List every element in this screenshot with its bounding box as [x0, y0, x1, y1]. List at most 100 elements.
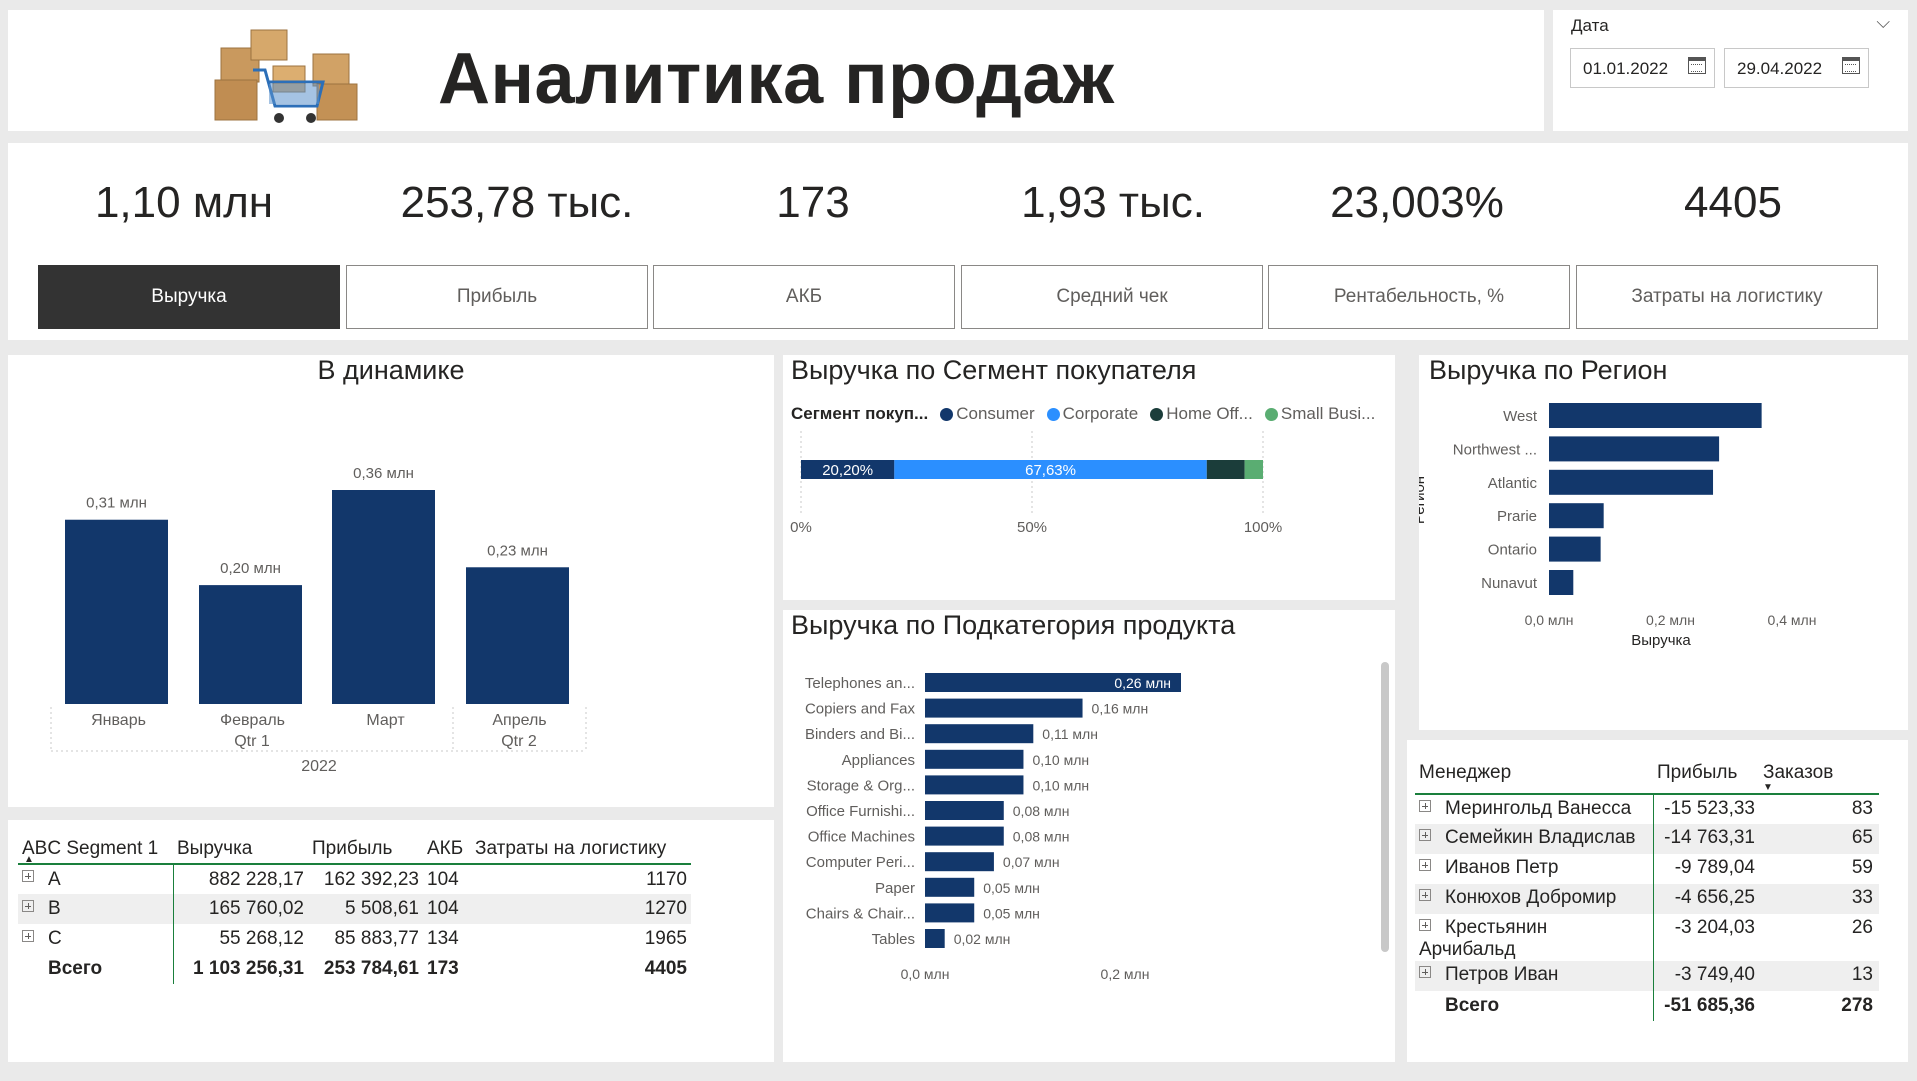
expand-icon[interactable]	[22, 929, 34, 942]
x-tick-label: 100%	[1244, 519, 1282, 536]
bar	[1549, 503, 1604, 529]
abc-cell: 5 508,61	[345, 898, 419, 919]
expand-icon[interactable]	[1419, 965, 1431, 978]
bar	[1549, 403, 1762, 428]
page-title: Аналитика продаж	[438, 39, 1115, 119]
abc-cell: 1270	[644, 898, 687, 919]
margin-button[interactable]: Рентабельность, %	[1268, 265, 1570, 329]
dynamics-chart-panel: В динамике 0,31 млн Январь 0,20 млн Февраль…	[8, 355, 774, 807]
bar	[925, 852, 994, 872]
expand-icon[interactable]	[22, 870, 34, 883]
abc-table-panel: ABC Segment 1 ▲ Выручка Прибыль АКБ Затр…	[8, 820, 774, 1062]
revenue-button[interactable]: Выручка	[38, 265, 340, 329]
abc-header-logistics[interactable]: Затраты на логистику	[471, 834, 691, 864]
y-tick-label: Office Machines	[808, 829, 915, 846]
abc-header-akb[interactable]: АКБ	[423, 834, 471, 864]
mgr-cell: -14 763,31	[1664, 827, 1755, 848]
y-tick-label: West	[1503, 408, 1538, 425]
y-tick-label: Telephones an...	[805, 675, 915, 692]
bar	[925, 903, 975, 923]
data-label: 0,05 млн	[983, 880, 1040, 896]
mgr-cell: -15 523,33	[1664, 798, 1755, 819]
bar	[925, 801, 1004, 820]
x-tick-label: Февраль	[220, 712, 285, 729]
expand-icon[interactable]	[1419, 918, 1431, 931]
x-tick-label: Qtr 2	[501, 733, 537, 750]
data-label: 0,08 млн	[1013, 803, 1070, 819]
mgr-total-cell: Всего	[1415, 991, 1654, 1021]
abc-cell: 165 760,02	[208, 898, 304, 919]
mgr-header-orders[interactable]: Заказов ▼	[1759, 752, 1879, 794]
title-panel: Аналитика продаж	[8, 10, 1544, 131]
y-tick-label: Computer Peri...	[806, 854, 915, 871]
date-to-value: 29.04.2022	[1737, 59, 1823, 78]
x-tick-label: 50%	[1017, 519, 1047, 536]
expand-icon[interactable]	[1419, 828, 1431, 841]
x-axis-title: Выручка	[1631, 632, 1691, 649]
bar	[199, 585, 302, 704]
table-total-row: Всего -51 685,36 278	[1415, 991, 1879, 1021]
avg-check-button[interactable]: Средний чек	[961, 265, 1263, 329]
data-label: 20,20%	[822, 462, 873, 479]
mgr-header-manager[interactable]: Менеджер	[1415, 752, 1653, 794]
x-tick-label: 0,0 млн	[901, 966, 950, 982]
y-tick-label: Ontario	[1488, 542, 1537, 559]
abc-header-revenue[interactable]: Выручка	[173, 834, 308, 864]
mgr-cell: -3 204,03	[1674, 917, 1755, 938]
bar	[925, 698, 1083, 718]
x-tick-label: 0%	[790, 519, 812, 536]
data-label: 0,02 млн	[954, 931, 1011, 947]
y-tick-label: Tables	[872, 931, 915, 948]
dynamics-chart: 0,31 млн Январь 0,20 млн Февраль 0,36 млн Мар…	[50, 465, 587, 775]
sort-desc-icon: ▼	[1763, 782, 1773, 793]
mgr-header-profit[interactable]: Прибыль	[1653, 752, 1759, 794]
data-label: 0,31 млн	[86, 495, 147, 512]
kpi-panel: 1,10 млн 253,78 тыс. 173 1,93 тыс. 23,00…	[8, 143, 1908, 340]
table-row: Семейкин Владислав -14 763,31 65	[1415, 824, 1879, 854]
x-tick-label: 0,0 млн	[1525, 612, 1574, 628]
x-tick-label: 0,4 млн	[1768, 612, 1817, 628]
y-tick-label: Northwest ...	[1453, 441, 1537, 458]
shopping-cart-boxes-logo	[214, 29, 358, 123]
y-tick-label: Appliances	[842, 752, 915, 769]
abc-total-cell: 253 784,61	[323, 958, 419, 979]
scrollbar[interactable]	[1381, 662, 1389, 952]
logistics-button[interactable]: Затраты на логистику	[1576, 265, 1878, 329]
kpi-akb-value: 173	[776, 178, 850, 227]
abc-cell: 1965	[644, 928, 687, 949]
segment-bar	[1206, 460, 1245, 479]
expand-icon[interactable]	[1419, 858, 1431, 871]
chevron-down-icon[interactable]: ⌵	[1876, 12, 1890, 33]
expand-icon[interactable]	[22, 899, 34, 912]
profit-button[interactable]: Прибыль	[346, 265, 648, 329]
y-tick-label: Copiers and Fax	[805, 701, 916, 718]
kpi-profit-value: 253,78 тыс.	[400, 178, 634, 227]
abc-cell: 134	[427, 928, 459, 949]
abc-cell: C	[48, 928, 62, 949]
abc-cell: 85 883,77	[334, 928, 419, 949]
calendar-icon[interactable]	[1688, 57, 1706, 74]
abc-header-segment[interactable]: ABC Segment 1 ▲	[18, 834, 173, 866]
expand-icon[interactable]	[1419, 799, 1431, 812]
calendar-icon[interactable]	[1842, 57, 1860, 74]
mgr-cell: 65	[1851, 827, 1873, 848]
x-tick-label: Qtr 1	[234, 733, 270, 750]
expand-icon[interactable]	[1419, 888, 1431, 901]
akb-button[interactable]: АКБ	[653, 265, 955, 329]
mgr-cell: -3 749,40	[1674, 964, 1755, 985]
abc-table: ABC Segment 1 ▲ Выручка Прибыль АКБ Затр…	[18, 834, 691, 984]
x-tick-label: 2022	[301, 758, 337, 775]
abc-cell: 104	[427, 898, 459, 919]
table-row: Иванов Петр -9 789,04 59	[1415, 854, 1879, 884]
data-label: 0,07 млн	[1003, 854, 1060, 870]
manager-table: Менеджер Прибыль Заказов ▼ Мерингольд Ва…	[1415, 752, 1879, 1021]
date-to-input[interactable]: 29.04.2022	[1724, 48, 1869, 88]
abc-total-cell: 173	[427, 958, 459, 979]
date-from-input[interactable]: 01.01.2022	[1570, 48, 1715, 88]
data-label: 0,10 млн	[1032, 752, 1089, 768]
table-row: Петров Иван -3 749,40 13	[1415, 961, 1879, 991]
abc-header-profit[interactable]: Прибыль	[308, 834, 423, 864]
kpi-avg-check-value: 1,93 тыс.	[1021, 178, 1205, 227]
bar	[1549, 570, 1574, 595]
abc-cell: A	[48, 868, 61, 890]
